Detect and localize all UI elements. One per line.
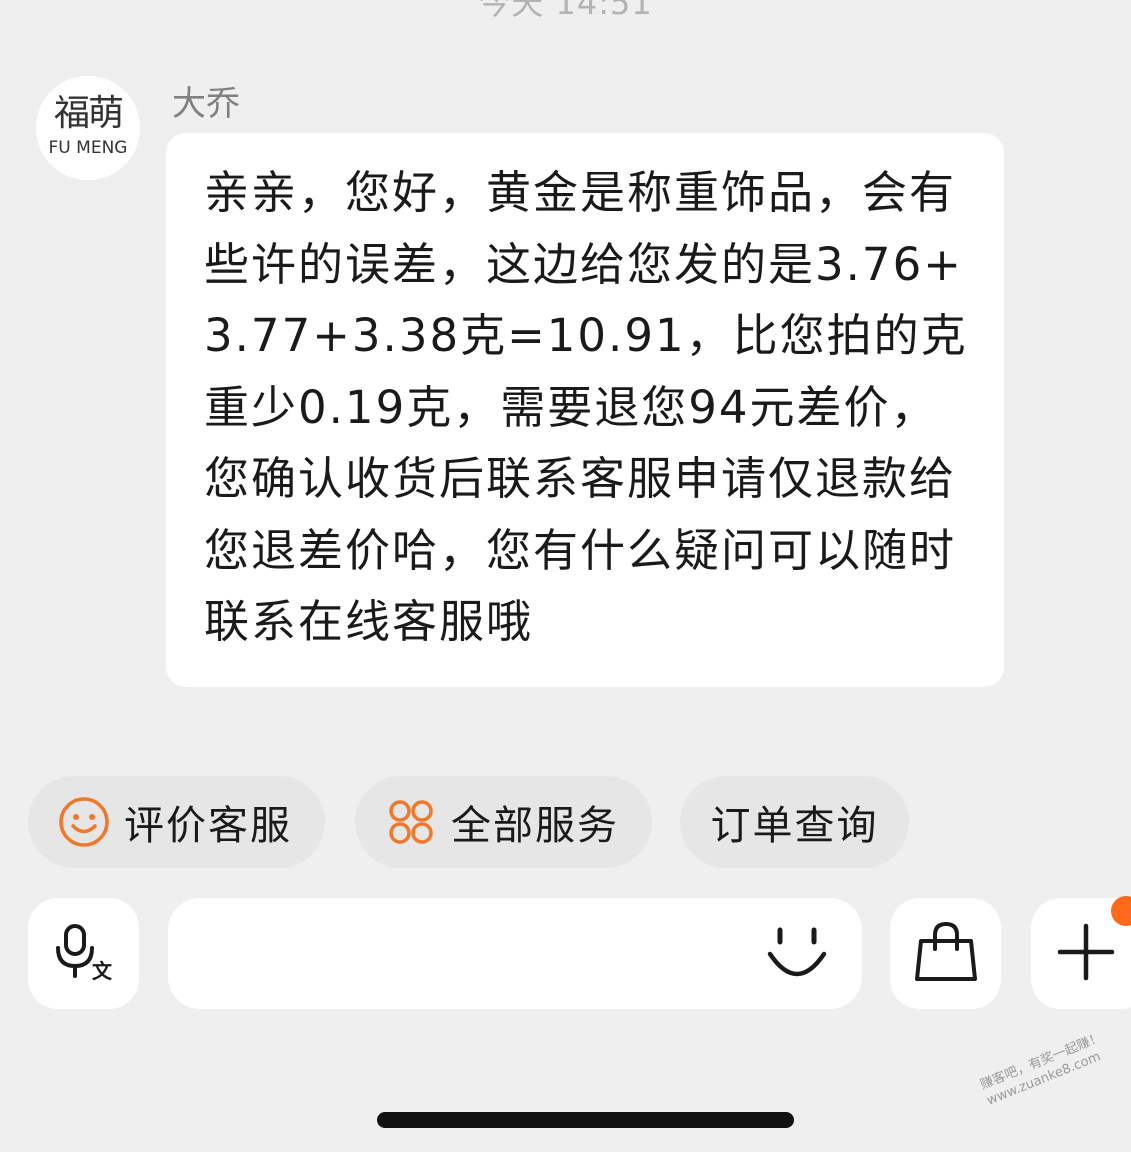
plus-icon: [1056, 922, 1116, 986]
message-bubble[interactable]: 亲亲，您好，黄金是称重饰品，会有些许的误差，这边给您发的是3.76+3.77+3…: [166, 133, 1004, 687]
all-services-label: 全部服务: [451, 803, 619, 849]
message-text: 亲亲，您好，黄金是称重饰品，会有些许的误差，这边给您发的是3.76+3.77+3…: [204, 166, 968, 648]
avatar-logo-subtext: FU MENG: [48, 138, 128, 158]
rate-service-chip[interactable]: 评价客服: [28, 776, 325, 868]
order-query-chip[interactable]: 订单查询: [680, 776, 909, 868]
order-query-label: 订单查询: [710, 803, 879, 849]
all-services-chip[interactable]: 全部服务: [355, 776, 652, 868]
avatar-logo-text: 福萌: [53, 93, 124, 134]
voice-translate-icon: 文: [52, 920, 116, 988]
rate-service-label: 评价客服: [124, 803, 292, 849]
grid-icon: [385, 796, 437, 848]
voice-input-button[interactable]: 文: [28, 898, 139, 1009]
avatar[interactable]: 福萌 FU MENG: [36, 76, 140, 180]
smiley-icon: [58, 796, 110, 848]
home-indicator[interactable]: [377, 1112, 794, 1128]
shopping-bag-button[interactable]: [890, 898, 1001, 1009]
timestamp: 今天 14:51: [478, 0, 653, 22]
watermark: 赚客吧，有奖一起赚！ www.zuanke8.com: [978, 1029, 1111, 1109]
svg-text:文: 文: [92, 959, 113, 983]
shopping-bag-icon: [913, 919, 979, 989]
message-input-box[interactable]: [168, 898, 862, 1011]
emoji-icon[interactable]: [766, 924, 828, 986]
message-input[interactable]: [198, 898, 762, 1011]
sender-name: 大乔: [172, 84, 240, 124]
